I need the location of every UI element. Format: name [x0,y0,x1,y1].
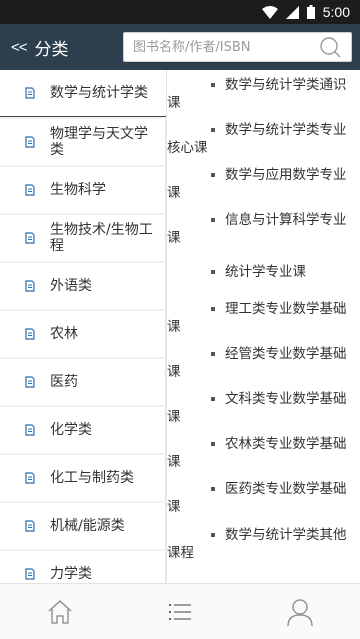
book-icon [25,424,35,436]
book-icon [25,520,35,532]
status-bar: 5:00 [0,0,360,24]
category-label: 生物技术/生物工程 [50,222,153,254]
category-item[interactable]: 农林 [0,311,166,357]
book-icon [25,328,35,340]
list-icon [169,603,191,620]
page-title: 分类 [34,39,69,60]
subcategory-item[interactable]: 农林类专业数学基础课 [167,435,360,471]
book-icon [25,232,35,244]
category-label: 物理学与天文学类 [50,126,148,158]
subcategory-item[interactable]: 医药类专业数学基础课 [167,480,360,516]
subcategory-label: 数学与应用数学专业课 [167,167,347,201]
subcategory-item[interactable]: 信息与计算科学专业课 [167,211,360,247]
signal-icon [285,5,299,19]
subcategory-item[interactable]: 文科类专业数学基础课 [167,390,360,426]
subcategory-label: 数学与统计学类专业核心课 [167,122,347,156]
wifi-icon [261,5,278,19]
search-input[interactable] [124,33,319,61]
book-icon [25,568,35,580]
subcategory-label: 统计学专业课 [225,264,306,280]
subcategory-item[interactable]: 经管类专业数学基础课 [167,345,360,381]
category-item[interactable]: 力学类 [0,551,166,583]
battery-icon [306,5,315,19]
subcategory-label: 理工类专业数学基础课 [167,301,347,335]
search-box[interactable] [123,32,352,62]
category-label: 外语类 [50,278,92,294]
bullet-icon [211,128,215,132]
top-app-bar: << 分类 [0,24,360,70]
subcategory-list: 数学与统计学类通识课 数学与统计学类专业核心课 数学与应用数学专业课 信息与计算科学专… [166,70,360,583]
category-item[interactable]: 化工与制药类 [0,455,166,501]
subcategory-label: 数学与统计学类其他课程 [167,527,347,561]
category-item[interactable]: 生物技术/生物工程 [0,215,166,261]
book-icon [25,280,35,292]
book-icon [25,87,35,99]
category-item[interactable]: 医药 [0,359,166,405]
category-item[interactable]: 机械/能源类 [0,503,166,549]
subcategory-item[interactable]: 理工类专业数学基础课 [167,300,360,336]
subcategory-item[interactable]: 数学与应用数学专业课 [167,166,360,202]
book-icon [25,472,35,484]
category-item[interactable]: 生物科学 [0,167,166,213]
bullet-icon [211,397,215,401]
back-button[interactable]: << [11,39,28,56]
search-icon[interactable] [319,36,341,58]
category-item[interactable]: 物理学与天文学类 [0,119,166,165]
bullet-icon [211,173,215,177]
tab-profile[interactable] [240,584,360,639]
subcategory-label: 医药类专业数学基础课 [167,481,347,515]
bullet-icon [211,533,215,537]
book-icon [25,184,35,196]
category-label: 化学类 [50,422,92,438]
bullet-icon [211,487,215,491]
status-time: 5:00 [322,4,350,20]
subcategory-item[interactable]: 统计学专业课 [167,263,360,281]
category-item[interactable]: 化学类 [0,407,166,453]
book-icon [25,376,35,388]
home-icon [48,599,72,624]
subcategory-item[interactable]: 数学与统计学类专业核心课 [167,121,360,157]
category-label: 数学与统计学类 [50,85,148,101]
subcategory-label: 文科类专业数学基础课 [167,391,347,425]
bullet-icon [211,83,215,87]
category-label: 力学类 [50,566,92,582]
subcategory-label: 经管类专业数学基础课 [167,346,347,380]
bullet-icon [211,442,215,446]
book-icon [25,136,35,148]
bullet-icon [211,352,215,356]
bullet-icon [211,307,215,311]
subcategory-label: 数学与统计学类通识课 [167,77,347,111]
bottom-tab-bar [0,583,360,639]
bullet-icon [211,270,215,274]
category-label: 生物科学 [50,182,106,198]
subcategory-item[interactable]: 数学与统计学类通识课 [167,76,360,112]
category-label: 医药 [50,374,78,390]
subcategory-label: 信息与计算科学专业课 [167,212,347,246]
category-list: 数学与统计学类物理学与天文学类生物科学生物技术/生物工程外语类农林医药化学类化工… [0,70,166,583]
category-item[interactable]: 外语类 [0,263,166,309]
tab-home[interactable] [0,584,120,639]
category-label: 机械/能源类 [50,518,125,534]
user-icon [287,598,313,626]
subcategory-item[interactable]: 数学与统计学类其他课程 [167,526,360,562]
category-label: 农林 [50,326,78,342]
bullet-icon [211,218,215,222]
category-item[interactable]: 数学与统计学类 [0,70,166,117]
tab-categories[interactable] [120,584,240,639]
category-label: 化工与制药类 [50,470,134,486]
subcategory-label: 农林类专业数学基础课 [167,436,347,470]
